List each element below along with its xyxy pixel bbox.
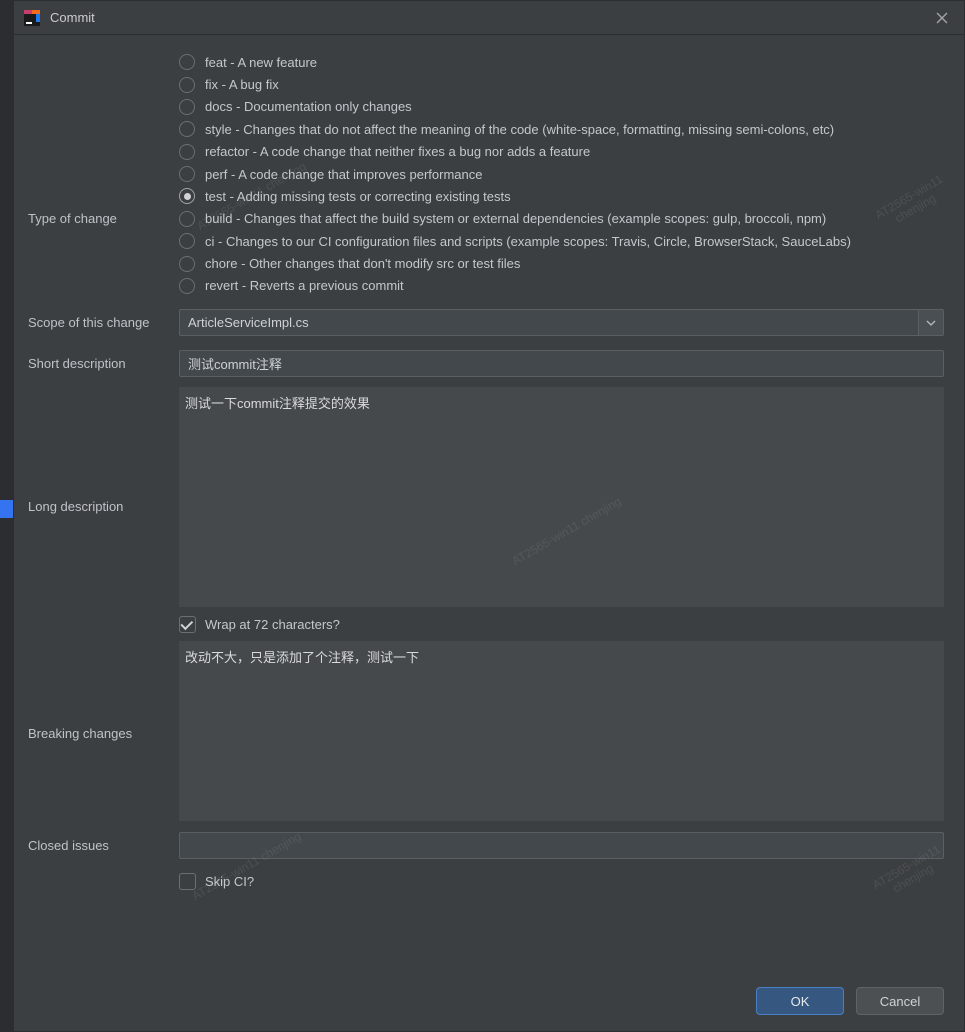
skip-ci-label: Skip CI? — [205, 874, 254, 889]
long-description-textarea[interactable] — [179, 387, 944, 607]
skip-ci-checkbox[interactable] — [179, 873, 196, 890]
close-icon[interactable] — [930, 6, 954, 30]
change-type-perf[interactable]: perf - A code change that improves perfo… — [179, 163, 944, 185]
change-type-ci[interactable]: ci - Changes to our CI configuration fil… — [179, 230, 944, 252]
radio-icon — [179, 166, 195, 182]
breaking-changes-textarea[interactable] — [179, 641, 944, 821]
change-type-label: revert - Reverts a previous commit — [205, 278, 404, 293]
label-scope: Scope of this change — [24, 309, 179, 330]
wrap-checkbox[interactable] — [179, 616, 196, 633]
radio-icon — [179, 188, 195, 204]
label-breaking-changes: Breaking changes — [24, 641, 179, 741]
change-type-refactor[interactable]: refactor - A code change that neither fi… — [179, 141, 944, 163]
change-type-label: perf - A code change that improves perfo… — [205, 167, 483, 182]
window-title: Commit — [50, 10, 95, 25]
radio-icon — [179, 99, 195, 115]
change-type-fix[interactable]: fix - A bug fix — [179, 73, 944, 95]
dialog-content: Type of change feat - A new feature fix -… — [14, 35, 964, 981]
change-type-radios: feat - A new feature fix - A bug fix docs … — [179, 51, 944, 297]
change-type-test[interactable]: test - Adding missing tests or correctin… — [179, 185, 944, 207]
label-long-description: Long description — [24, 387, 179, 514]
left-strip-highlight — [0, 500, 13, 518]
radio-icon — [179, 211, 195, 227]
change-type-docs[interactable]: docs - Documentation only changes — [179, 96, 944, 118]
wrap-checkbox-label: Wrap at 72 characters? — [205, 617, 340, 632]
change-type-label: ci - Changes to our CI configuration fil… — [205, 234, 851, 249]
change-type-revert[interactable]: revert - Reverts a previous commit — [179, 275, 944, 297]
cancel-button[interactable]: Cancel — [856, 987, 944, 1015]
closed-issues-input[interactable] — [179, 832, 944, 859]
chevron-down-icon — [926, 320, 936, 326]
radio-icon — [179, 233, 195, 249]
change-type-label: docs - Documentation only changes — [205, 99, 412, 114]
label-type-of-change: Type of change — [24, 51, 179, 226]
change-type-style[interactable]: style - Changes that do not affect the m… — [179, 118, 944, 140]
change-type-label: test - Adding missing tests or correctin… — [205, 189, 511, 204]
label-closed-issues: Closed issues — [24, 832, 179, 853]
radio-icon — [179, 77, 195, 93]
change-type-chore[interactable]: chore - Other changes that don't modify … — [179, 252, 944, 274]
change-type-label: build - Changes that affect the build sy… — [205, 211, 826, 226]
radio-icon — [179, 144, 195, 160]
radio-icon — [179, 278, 195, 294]
scope-dropdown-button[interactable] — [918, 309, 944, 336]
change-type-feat[interactable]: feat - A new feature — [179, 51, 944, 73]
change-type-label: feat - A new feature — [205, 55, 317, 70]
radio-icon — [179, 54, 195, 70]
scope-combobox — [179, 309, 944, 336]
change-type-build[interactable]: build - Changes that affect the build sy… — [179, 208, 944, 230]
editor-background-strip — [0, 0, 13, 1032]
commit-dialog: Commit Type of change feat - A new featu… — [13, 0, 965, 1032]
radio-icon — [179, 121, 195, 137]
change-type-label: fix - A bug fix — [205, 77, 279, 92]
change-type-label: style - Changes that do not affect the m… — [205, 122, 834, 137]
label-short-description: Short description — [24, 350, 179, 371]
dialog-footer: OK Cancel — [14, 981, 964, 1031]
change-type-label: chore - Other changes that don't modify … — [205, 256, 520, 271]
scope-input[interactable] — [179, 309, 918, 336]
short-description-input[interactable] — [179, 350, 944, 377]
ok-button[interactable]: OK — [756, 987, 844, 1015]
radio-icon — [179, 256, 195, 272]
change-type-label: refactor - A code change that neither fi… — [205, 144, 590, 159]
titlebar: Commit — [14, 1, 964, 35]
intellij-icon — [24, 10, 40, 26]
